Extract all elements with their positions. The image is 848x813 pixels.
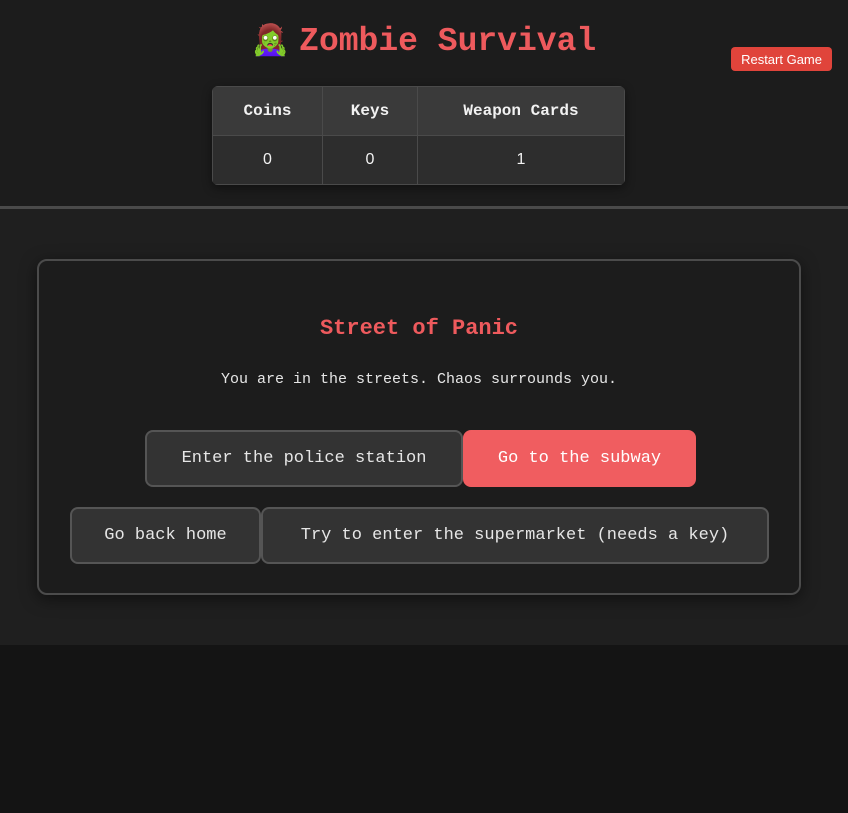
choice-police-station-button[interactable]: Enter the police station <box>145 430 463 487</box>
restart-game-button[interactable]: Restart Game <box>731 47 832 71</box>
weapon-cards-value: 1 <box>417 135 625 185</box>
choice-supermarket-button[interactable]: Try to enter the supermarket (needs a ke… <box>261 507 769 564</box>
keys-header: Keys <box>322 86 418 136</box>
game-title-text: Zombie Survival <box>299 23 597 60</box>
game-title: 🧟‍♀️ Zombie Survival <box>0 20 848 65</box>
scene-card: Street of Panic You are in the streets. … <box>37 259 801 595</box>
coins-value: 0 <box>212 135 323 185</box>
choice-subway-button[interactable]: Go to the subway <box>463 430 696 487</box>
coins-header: Coins <box>212 86 323 136</box>
inventory-table: Coins Keys Weapon Cards 0 0 1 <box>212 86 625 185</box>
keys-value: 0 <box>322 135 418 185</box>
choice-go-home-button[interactable]: Go back home <box>70 507 261 564</box>
scene-description: You are in the streets. Chaos surrounds … <box>220 371 618 388</box>
game-main: Street of Panic You are in the streets. … <box>0 209 848 645</box>
weapon-cards-header: Weapon Cards <box>417 86 625 136</box>
game-header: 🧟‍♀️ Zombie Survival Restart Game Coins K… <box>0 0 848 209</box>
zombie-icon: 🧟‍♀️ <box>251 26 290 60</box>
scene-title: Street of Panic <box>319 316 519 341</box>
inventory-values-row: 0 0 1 <box>212 135 625 185</box>
page-footer-area <box>0 645 848 813</box>
inventory-header-row: Coins Keys Weapon Cards <box>212 86 625 136</box>
